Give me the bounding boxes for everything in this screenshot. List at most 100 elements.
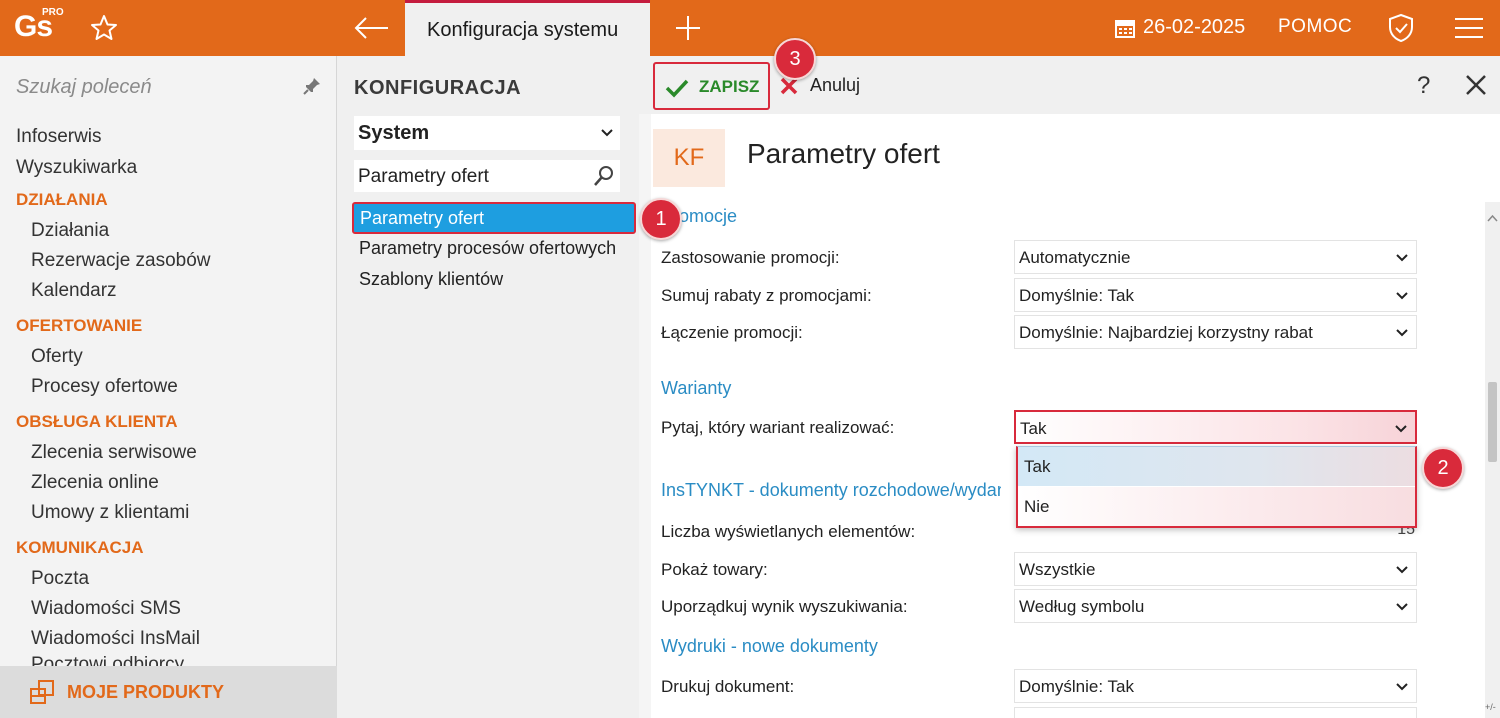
config-title: KONFIGURACJA bbox=[354, 77, 522, 99]
section-wydruki: Wydruki - nowe dokumenty bbox=[661, 636, 878, 656]
calendar-icon[interactable] bbox=[1114, 17, 1136, 39]
section-instynkt: InsTYNKT - dokumenty rozchodowe/wydania bbox=[661, 480, 1001, 500]
step-badge-3: 3 bbox=[774, 38, 816, 80]
scroll-up-icon[interactable] bbox=[1487, 214, 1498, 222]
label-laczenie: Łączenie promocji: bbox=[661, 323, 803, 342]
module-badge: KF bbox=[653, 129, 725, 187]
nav-header-dzialania[interactable]: DZIAŁANIA bbox=[16, 190, 108, 210]
zoom-hint: +/- bbox=[1485, 702, 1496, 712]
shield-icon[interactable] bbox=[1385, 12, 1417, 44]
nav-item-infoserwis[interactable]: Infoserwis bbox=[16, 126, 102, 148]
help-icon[interactable]: ? bbox=[1417, 72, 1430, 100]
chevron-down-icon bbox=[1396, 566, 1408, 574]
my-products-label: MOJE PRODUKTY bbox=[67, 682, 225, 702]
label-pytaj: Pytaj, który wariant realizować: bbox=[661, 418, 895, 437]
label-zastosowanie: Zastosowanie promocji: bbox=[661, 248, 840, 267]
step-badge-1: 1 bbox=[640, 198, 682, 240]
nav-item-zlecenia-serwisowe[interactable]: Zlecenia serwisowe bbox=[31, 442, 197, 464]
label-liczba: Liczba wyświetlanych elementów: bbox=[661, 522, 916, 541]
nav-item-poczta[interactable]: Poczta bbox=[31, 568, 89, 590]
select-pytaj-wariant[interactable]: Tak bbox=[1014, 410, 1417, 444]
label-sumuj: Sumuj rabaty z promocjami: bbox=[661, 286, 872, 305]
nav-header-komunikacja[interactable]: KOMUNIKACJA bbox=[16, 538, 144, 558]
nav-header-obsluga-klienta[interactable]: OBSŁUGA KLIENTA bbox=[16, 412, 178, 432]
nav-header-ofertowanie[interactable]: OFERTOWANIE bbox=[16, 316, 142, 336]
config-group-select[interactable]: System bbox=[354, 116, 620, 150]
dropdown-option-tak[interactable]: Tak bbox=[1018, 447, 1415, 486]
label-pokaz: Pokaż towary: bbox=[661, 560, 768, 579]
vertical-scrollbar[interactable] bbox=[1485, 202, 1500, 718]
config-item-parametry-ofert[interactable]: Parametry ofert bbox=[352, 202, 636, 234]
content-area: ZAPISZ Anuluj ? KF Parametry ofert Promo… bbox=[639, 56, 1500, 718]
nav-item-kalendarz[interactable]: Kalendarz bbox=[31, 280, 117, 302]
nav-item-clipped[interactable]: Pocztowi odbiorcy bbox=[31, 652, 184, 666]
save-label: ZAPISZ bbox=[699, 77, 760, 96]
option-label: Nie bbox=[1024, 497, 1050, 516]
nav-item-dzialania[interactable]: Działania bbox=[31, 220, 109, 242]
nav-item-wyszukiwarka[interactable]: Wyszukiwarka bbox=[16, 157, 137, 179]
section-warianty: Warianty bbox=[661, 378, 732, 398]
config-item-label: Parametry ofert bbox=[360, 208, 485, 228]
chevron-down-icon bbox=[1396, 683, 1408, 691]
back-arrow-icon[interactable] bbox=[350, 10, 394, 46]
config-group-value: System bbox=[358, 122, 430, 144]
pin-icon[interactable] bbox=[302, 76, 322, 96]
config-filter-value: Parametry ofert bbox=[358, 166, 489, 187]
products-icon bbox=[30, 680, 54, 704]
nav-item-procesy[interactable]: Procesy ofertowe bbox=[31, 376, 178, 398]
config-filter-input[interactable]: Parametry ofert bbox=[354, 160, 620, 192]
select-value: Domyślnie: Tak bbox=[1019, 677, 1134, 696]
tab-label: Konfiguracja systemu bbox=[427, 19, 619, 41]
label-drukuj: Drukuj dokument: bbox=[661, 677, 795, 696]
select-drukuj-dokument[interactable]: Domyślnie: Tak bbox=[1014, 669, 1417, 703]
hamburger-menu-icon[interactable] bbox=[1452, 14, 1486, 42]
select-uporzadkuj[interactable]: Według symbolu bbox=[1014, 589, 1417, 623]
close-icon[interactable] bbox=[1465, 74, 1487, 96]
chevron-down-icon bbox=[1396, 603, 1408, 611]
dropdown-option-nie[interactable]: Nie bbox=[1018, 487, 1415, 526]
left-navigation: Szukaj poleceń Infoserwis Wyszukiwarka D… bbox=[0, 56, 337, 718]
check-icon bbox=[665, 79, 689, 98]
scrollbar-thumb[interactable] bbox=[1488, 382, 1497, 462]
search-icon[interactable] bbox=[592, 164, 616, 188]
step-badge-2: 2 bbox=[1422, 447, 1464, 489]
nav-item-zlecenia-online[interactable]: Zlecenia online bbox=[31, 472, 159, 494]
chevron-down-icon bbox=[1395, 425, 1407, 433]
select-value: Domyślnie: Tak bbox=[1019, 286, 1134, 305]
nav-item-rezerwacje[interactable]: Rezerwacje zasobów bbox=[31, 250, 211, 272]
select-clipped-next[interactable] bbox=[1014, 707, 1417, 718]
nav-item-insmail[interactable]: Wiadomości InsMail bbox=[31, 628, 200, 650]
top-bar: Gs PRO Konfiguracja systemu 26-02-2025 P… bbox=[0, 0, 1500, 56]
config-item-parametry-procesow[interactable]: Parametry procesów ofertowych bbox=[359, 238, 616, 259]
select-pokaz-towary[interactable]: Wszystkie bbox=[1014, 552, 1417, 586]
help-link[interactable]: POMOC bbox=[1278, 16, 1352, 38]
cancel-label: Anuluj bbox=[810, 75, 861, 95]
select-sumuj-rabaty[interactable]: Domyślnie: Tak bbox=[1014, 278, 1417, 312]
command-search-input[interactable]: Szukaj poleceń bbox=[16, 76, 152, 99]
config-item-szablony-klientow[interactable]: Szablony klientów bbox=[359, 269, 503, 290]
current-date[interactable]: 26-02-2025 bbox=[1143, 16, 1245, 39]
tab-konfiguracja-systemu[interactable]: Konfiguracja systemu bbox=[405, 0, 650, 56]
select-value: Wszystkie bbox=[1019, 560, 1096, 579]
config-panel: KONFIGURACJA System Parametry ofert Para… bbox=[338, 56, 638, 718]
page-header: KF Parametry ofert bbox=[651, 114, 1500, 202]
add-tab-icon[interactable] bbox=[670, 10, 706, 46]
nav-item-oferty[interactable]: Oferty bbox=[31, 346, 83, 368]
chevron-down-icon bbox=[1396, 329, 1408, 337]
app-logo[interactable]: Gs PRO bbox=[0, 0, 70, 56]
my-products-button[interactable]: MOJE PRODUKTY bbox=[0, 666, 337, 718]
select-value: Według symbolu bbox=[1019, 597, 1145, 616]
select-laczenie-promocji[interactable]: Domyślnie: Najbardziej korzystny rabat bbox=[1014, 315, 1417, 349]
select-zastosowanie-promocji[interactable]: Automatycznie bbox=[1014, 240, 1417, 274]
chevron-down-icon bbox=[601, 129, 613, 137]
chevron-down-icon bbox=[1396, 292, 1408, 300]
save-button[interactable]: ZAPISZ bbox=[653, 62, 770, 110]
star-icon[interactable] bbox=[88, 12, 120, 44]
logo-sup: PRO bbox=[42, 7, 64, 18]
page-title: Parametry ofert bbox=[747, 138, 940, 169]
parameters-form: Promocje Zastosowanie promocji: Automaty… bbox=[651, 202, 1485, 718]
nav-item-sms[interactable]: Wiadomości SMS bbox=[31, 598, 181, 620]
nav-item-umowy[interactable]: Umowy z klientami bbox=[31, 502, 189, 524]
select-value: Tak bbox=[1020, 419, 1047, 438]
chevron-down-icon bbox=[1396, 254, 1408, 262]
